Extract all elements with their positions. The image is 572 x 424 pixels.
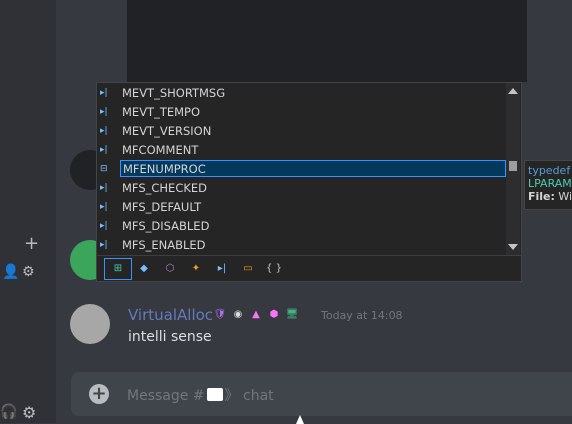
tooltip-type: LPARAM: [528, 177, 572, 190]
monitor-icon: 🖥: [285, 309, 299, 320]
autocomplete-item-label-box: MFS_DEFAULT: [120, 198, 506, 215]
autocomplete-item-label-box: MFS_DISABLED: [120, 217, 506, 234]
scroll-up-icon[interactable]: [508, 88, 518, 94]
autocomplete-item[interactable]: ▸| MFS_ENABLED: [97, 235, 507, 254]
autocomplete-item-label: MFS_DEFAULT: [122, 199, 202, 214]
autocomplete-item-label-box: MEVT_SHORTMSG: [120, 84, 506, 101]
constant-icon: ▸|: [100, 125, 108, 136]
autocomplete-list: ▸| MEVT_SHORTMSG ▸| MEVT_TEMPO ▸| MEVT_VERSIO…: [97, 83, 507, 255]
autocomplete-item-label: MFS_ENABLED: [122, 237, 206, 252]
enum-icon[interactable]: ✦: [183, 259, 209, 279]
quick-info-tooltip: typedef in LPARAM File: Win: [524, 160, 572, 210]
typedef-icon: ⊟: [100, 163, 108, 174]
message-timestamp: Today at 14:08: [321, 309, 403, 322]
constant-icon: ▸|: [100, 220, 108, 231]
constant-icon: ▸|: [100, 144, 108, 155]
autocomplete-item-label: MFS_DISABLED: [122, 218, 210, 233]
autocomplete-item[interactable]: ⊟ MFENUMPROC: [97, 159, 507, 178]
user-badges: 🛡 ◉ ▲ ⬢ 🖥: [213, 309, 299, 321]
tooltip-file: File: Win: [528, 190, 572, 203]
channel-sidebar: + 👤 ⚙ 🎧 ⚙: [0, 0, 56, 423]
autocomplete-item-label: MFCOMMENT: [122, 142, 199, 157]
autocomplete-scrollbar[interactable]: [506, 83, 520, 255]
autocomplete-item-label: MFS_CHECKED: [122, 180, 208, 195]
message-content: intelli sense: [128, 329, 212, 345]
add-member-icon[interactable]: 👤: [2, 265, 19, 279]
autocomplete-item-label: MEVT_TEMPO: [122, 104, 201, 119]
class-icon[interactable]: ◆: [131, 259, 157, 279]
autocomplete-item-label: MEVT_VERSION: [122, 123, 212, 138]
speech-bubble-icon: [206, 388, 223, 401]
autocomplete-item[interactable]: ▸| MEVT_VERSION: [97, 121, 507, 140]
placeholder-prefix: Message #: [127, 388, 205, 404]
autocomplete-item[interactable]: ▸| MFS_DEFAULT: [97, 197, 507, 216]
constant-icon: ▸|: [100, 182, 108, 193]
autocomplete-item-label-box: MFCOMMENT: [120, 141, 506, 158]
autocomplete-item[interactable]: ▸| MEVT_SHORTMSG: [97, 83, 507, 102]
autocomplete-item-label-box: MFENUMPROC: [120, 160, 506, 177]
autocomplete-item-label-box: MFS_CHECKED: [120, 179, 506, 196]
message-embed: [127, 0, 527, 82]
scroll-down-icon[interactable]: [508, 244, 518, 250]
autocomplete-popup: ▸| MEVT_SHORTMSG ▸| MEVT_TEMPO ▸| MEVT_VERSIO…: [96, 82, 522, 282]
struct-icon[interactable]: ⬡: [157, 259, 183, 279]
autocomplete-item[interactable]: ▸| MFS_DISABLED: [97, 216, 507, 235]
user-settings-icon[interactable]: ⚙: [22, 405, 36, 421]
constant-icon: ▸|: [100, 106, 108, 117]
autocomplete-item[interactable]: ▸| MFCOMMENT: [97, 140, 507, 159]
autocomplete-item[interactable]: ▸| MFS_CHECKED: [97, 178, 507, 197]
constant-icon: ▸|: [100, 239, 108, 250]
autocomplete-item-label: MEVT_SHORTMSG: [122, 85, 226, 100]
autocomplete-item[interactable]: ▸| MEVT_TEMPO: [97, 102, 507, 121]
add-icon[interactable]: +: [24, 235, 39, 253]
field-icon[interactable]: ▭: [235, 259, 261, 279]
expand-icon[interactable]: ⊞: [104, 257, 132, 280]
scroll-thumb[interactable]: [509, 161, 517, 171]
constant-icon: ▸|: [100, 201, 108, 212]
autocomplete-filter-bar: ⊞ ◆ ⬡ ✦ ▸| ▭ { }: [97, 255, 521, 281]
username[interactable]: VirtualAlloc: [128, 306, 213, 324]
message-input[interactable]: Message # 》 chat: [127, 385, 274, 405]
autocomplete-item-label-box: MEVT_VERSION: [120, 122, 506, 139]
namespace-icon[interactable]: { }: [261, 259, 287, 279]
status-icon: ◉: [233, 309, 243, 320]
autocomplete-item-label: MFENUMPROC: [123, 161, 206, 176]
attach-button[interactable]: +: [89, 384, 109, 404]
settings-icon[interactable]: ⚙: [22, 265, 35, 279]
diamond-badge-icon: ⬢: [269, 309, 279, 320]
constant-icon: ▸|: [100, 87, 108, 98]
avatar[interactable]: [70, 304, 110, 344]
placeholder-suffix: 》 chat: [224, 388, 274, 404]
tooltip-kind: typedef in: [528, 164, 572, 177]
message-composer[interactable]: + Message # 》 chat: [71, 372, 572, 416]
constant-icon[interactable]: ▸|: [209, 259, 235, 279]
boost-badge-icon: 🛡: [213, 309, 227, 320]
autocomplete-item-label-box: MFS_ENABLED: [120, 236, 506, 253]
triangle-badge-icon: ▲: [252, 309, 260, 320]
headset-icon[interactable]: 🎧: [0, 405, 17, 419]
autocomplete-item-label-box: MEVT_TEMPO: [120, 103, 506, 120]
